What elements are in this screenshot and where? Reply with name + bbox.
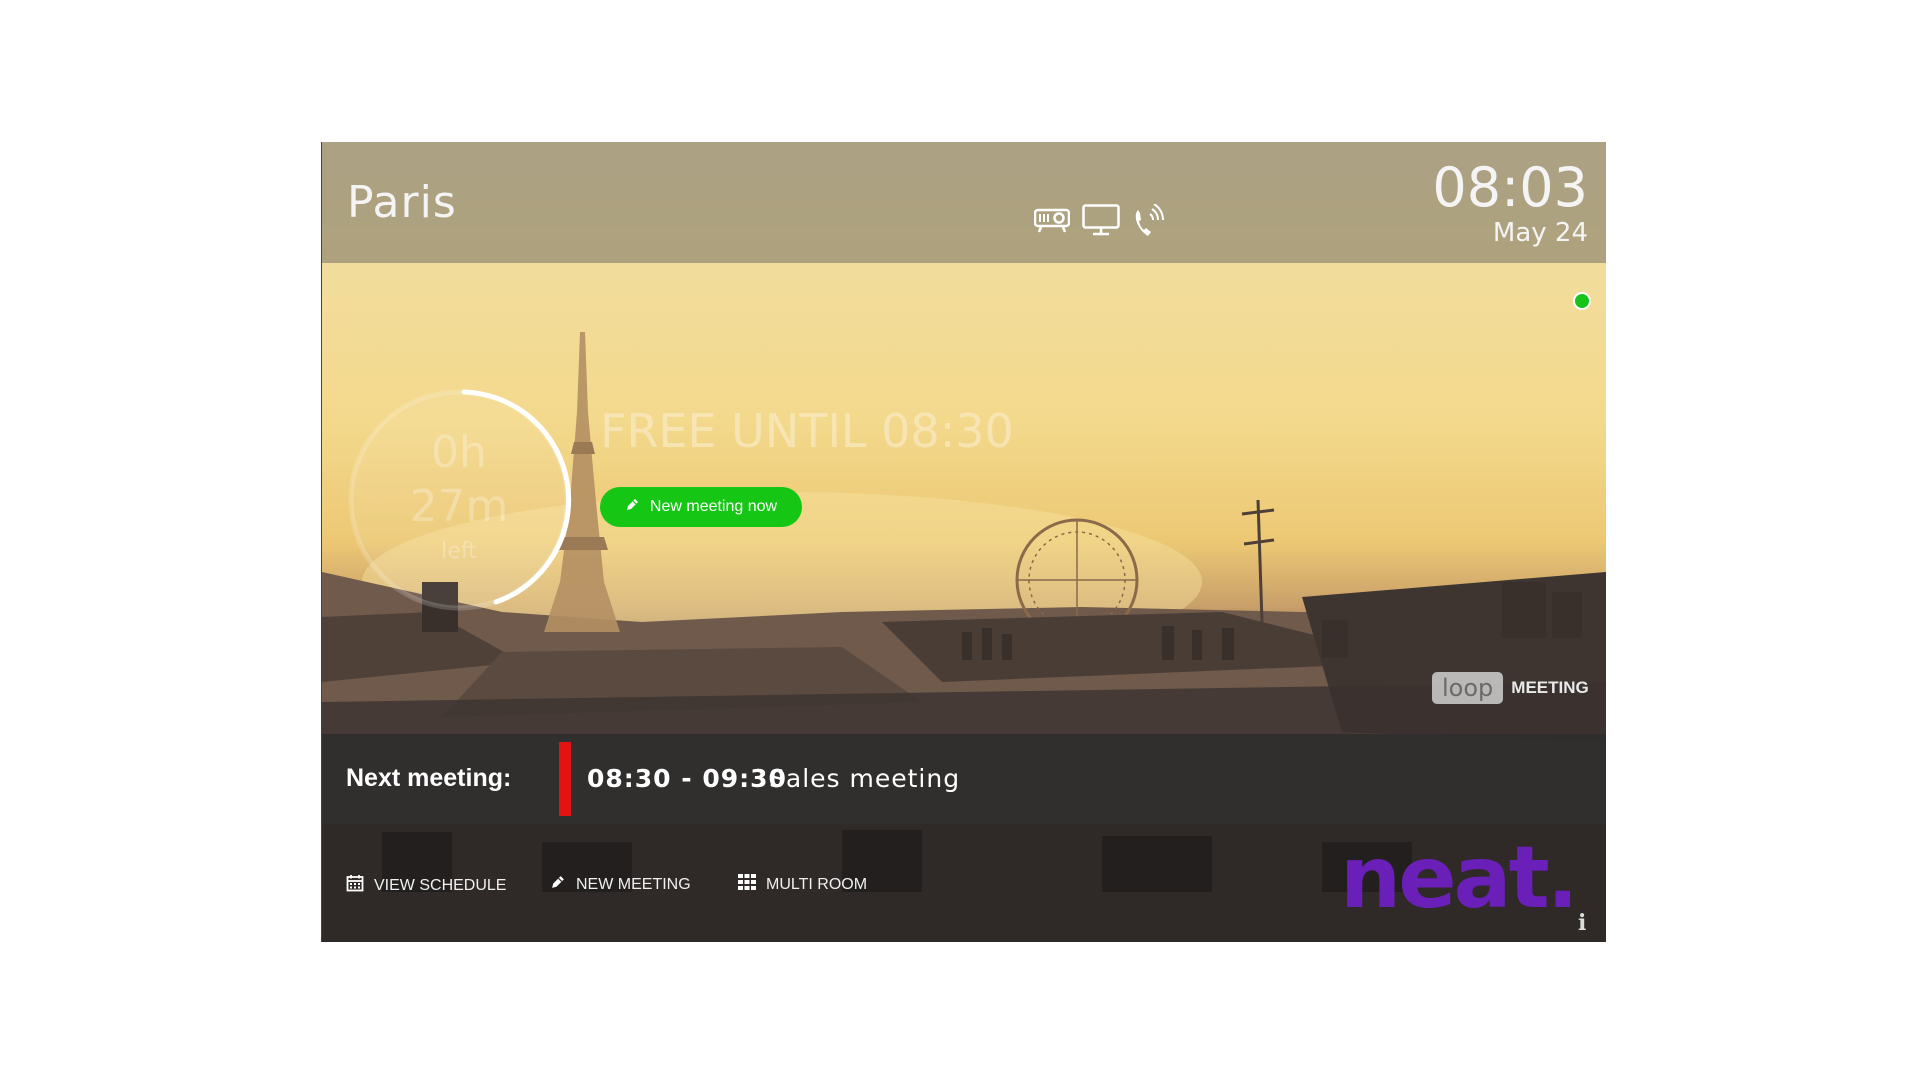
countdown-ring: 0h 27m left [346, 387, 572, 613]
pencil-icon [625, 497, 640, 517]
countdown-hours: 0h [431, 427, 487, 478]
status-indicator-dot [1573, 292, 1591, 310]
info-icon[interactable]: i [1578, 910, 1586, 936]
view-schedule-label: VIEW SCHEDULE [374, 876, 507, 894]
next-meeting-marker [559, 742, 571, 816]
multi-room-button[interactable]: MULTI ROOM [738, 874, 867, 895]
new-meeting-now-label: New meeting now [649, 498, 778, 515]
view-schedule-button[interactable]: VIEW SCHEDULE [346, 874, 506, 897]
next-meeting-bar[interactable]: Next meeting: 08:30 - 09:30 Sales meetin… [322, 734, 1606, 824]
multi-room-label: MULTI ROOM [766, 875, 868, 893]
countdown-label: left [441, 539, 477, 564]
grid-icon [738, 874, 756, 895]
date: May 24 [1492, 218, 1588, 248]
loop-meeting-label: MEETING [1511, 678, 1589, 697]
footer-bar: VIEW SCHEDULE NEW MEETING MULTI ROOM nea… [322, 824, 1606, 942]
header-bar: Paris 08:03 May 24 [322, 142, 1606, 263]
room-name: Paris [347, 177, 457, 228]
next-meeting-time: 08:30 - 09:30 [587, 764, 787, 793]
next-meeting-label: Next meeting: [346, 764, 512, 792]
next-meeting-title: Sales meeting [769, 764, 961, 793]
projector-icon [1033, 204, 1071, 239]
phone-icon [1132, 203, 1164, 243]
countdown-minutes: 27m [409, 481, 509, 532]
clock: 08:03 [1432, 156, 1588, 219]
monitor-icon [1082, 204, 1120, 241]
room-status-headline: FREE UNTIL 08:30 [600, 404, 1014, 458]
loop-meeting-badge: loop MEETING [1432, 672, 1589, 704]
new-meeting-now-button[interactable]: New meeting now [600, 487, 802, 527]
room-display-panel: Paris 08:03 May 24 0h 27m left FREE UNTI… [321, 142, 1606, 942]
calendar-icon [346, 874, 364, 897]
new-meeting-label: NEW MEETING [576, 875, 691, 893]
new-meeting-button[interactable]: NEW MEETING [550, 874, 691, 895]
neat-logo-text: neat. [1340, 839, 1570, 919]
neat-logo: neat. [1340, 828, 1579, 928]
pencil-icon [550, 874, 566, 895]
loop-logo: loop [1432, 672, 1504, 704]
